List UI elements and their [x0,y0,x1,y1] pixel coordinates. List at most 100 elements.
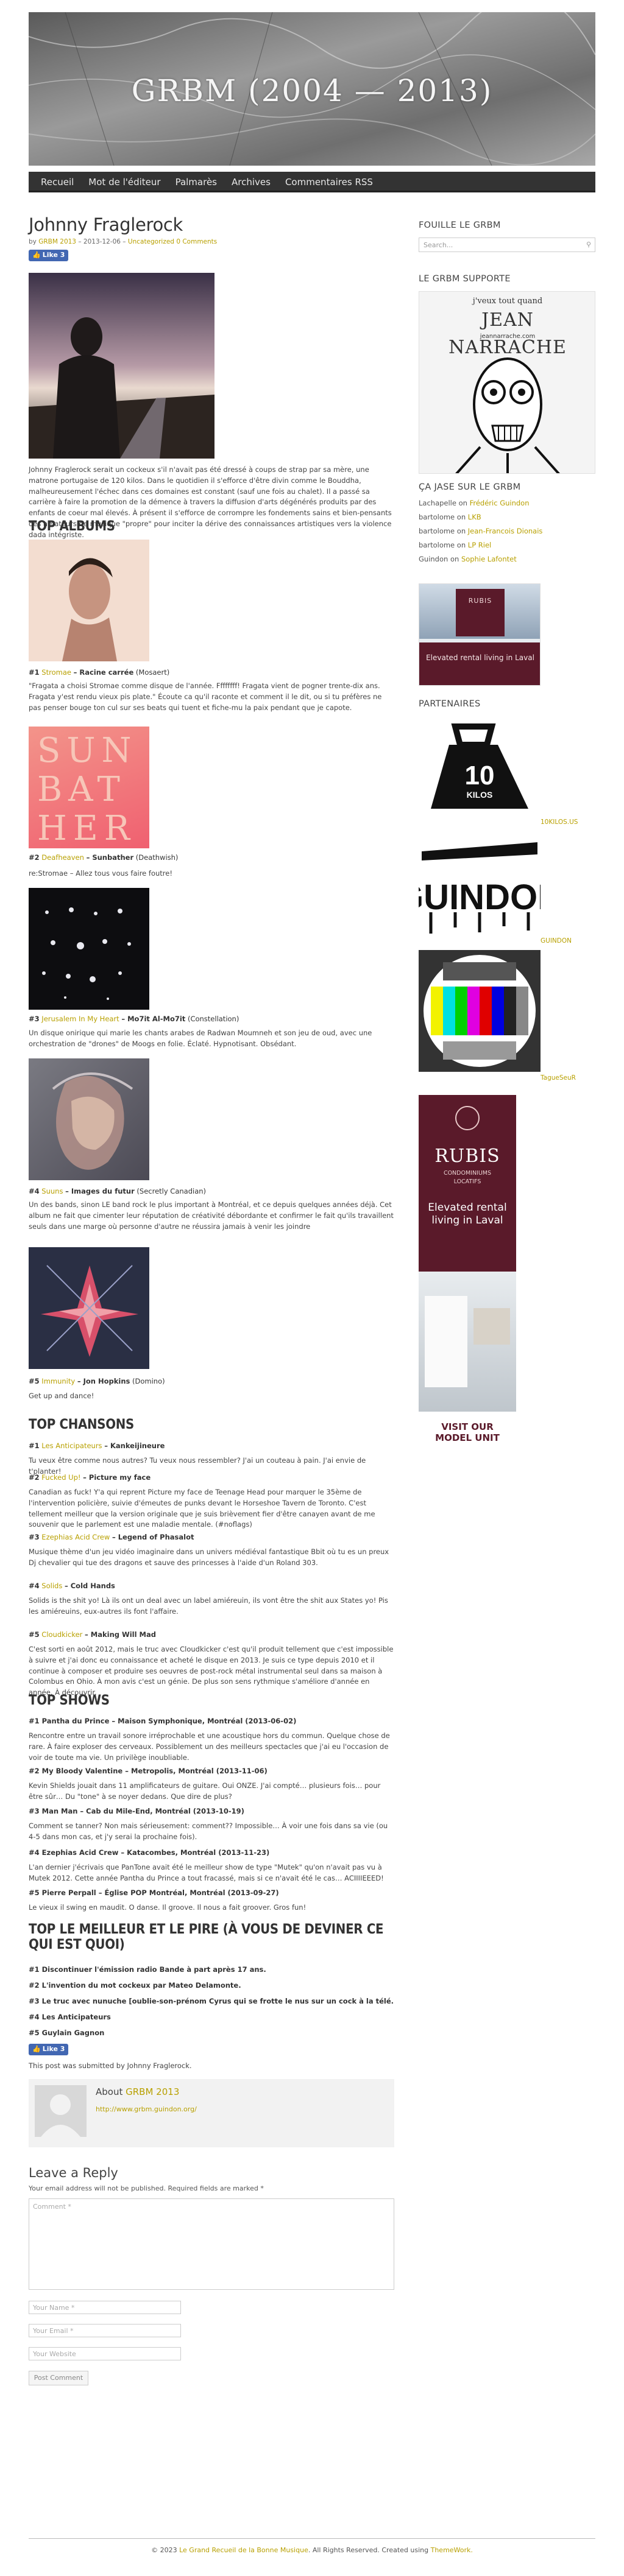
footer-divider [29,2538,595,2539]
website-field[interactable]: Your Website [29,2347,181,2360]
ad-photo [419,1272,516,1412]
partners-heading: PARTENAIRES [419,699,481,709]
facebook-like-button-bottom[interactable]: 👍 Like 3 [29,2044,69,2055]
site-title[interactable]: GRBM (2004 — 2013) [29,68,595,114]
svg-text:SUN: SUN [37,731,138,770]
ad-cta-button[interactable]: VISIT OUR MODEL UNIT [419,1412,516,1460]
song-line-2: #2 Fucked Up! – Picture my face [29,1473,151,1482]
svg-text:KILOS: KILOS [467,790,493,800]
album-cover-sunbather: SUN BAT HER [29,727,149,848]
site-footer: © 2023 Le Grand Recueil de la Bonne Musi… [151,2546,473,2554]
show-desc-1: Rencontre entre un travail sonore irrépr… [29,1731,390,1762]
worst-item-2: #2 L'invention du mot cockeux par Mateo … [29,1981,241,1990]
song-artist-link-2[interactable]: Fucked Up! [41,1473,80,1482]
svg-text:HER: HER [37,809,136,848]
show-desc-2: Kevin Shields jouait dans 11 amplificate… [29,1781,381,1801]
nav-item-palmares[interactable]: Palmarès [168,172,224,191]
comment-textarea[interactable]: Comment * [29,2198,394,2290]
thumbs-up-icon: 👍 [32,251,41,259]
recent-comment-2: bartolome on LKB [419,513,481,521]
email-field[interactable]: Your Email * [29,2324,181,2337]
album-artist-link-1[interactable]: Stromae [41,668,71,677]
skull-illustration [455,357,560,473]
album-desc-2: re:Stromae – Allez tous vous faire foutr… [29,869,172,878]
ad-banner-tall[interactable]: RUBIS CONDOMINIUMS LOCATIFS Elevated ren… [419,1095,516,1460]
page: GRBM (2004 — 2013) Recueil Mot de l'édit… [29,12,595,2564]
album-artist-link-3[interactable]: Jerusalem In My Heart [41,1015,119,1023]
post-comments-link[interactable]: 0 Comments [176,238,217,245]
album-artist-link-4[interactable]: Suuns [41,1187,63,1195]
post-date: – 2013-12-06 – [78,238,126,245]
recent-comment-4: bartolome on LP Riel [419,541,492,549]
worst-item-3: #3 Le truc avec nunuche [oublie-son-prén… [29,1997,394,2005]
author-box-title: About GRBM 2013 [96,2086,180,2097]
svg-text:BAT: BAT [37,770,126,809]
song-line-5: #5 Cloudkicker – Making Will Mad [29,1630,156,1639]
album-artist-link-5[interactable]: Immunity [41,1377,75,1385]
partner-tagueseur-link[interactable]: TagueSeuR [541,1074,576,1083]
album-line-5: #5 Immunity – Jon Hopkins (Domino) [29,1377,165,1385]
show-line-5: #5 Pierre Perpall – Église POP Montréal,… [29,1888,279,1897]
song-artist-link-4[interactable]: Solids [41,1582,62,1590]
search-icon[interactable]: ⚲ [586,240,591,250]
author-avatar [35,2085,87,2137]
author-website-link[interactable]: http://www.grbm.guindon.org/ [96,2105,197,2115]
recent-comment-link-2[interactable]: LKB [468,513,481,521]
song-artist-link-5[interactable]: Cloudkicker [41,1630,82,1639]
ad-banner-small[interactable]: RUBIS Elevated rental living in Laval [419,583,541,686]
search-input[interactable]: Search... ⚲ [419,238,595,252]
thumbs-up-icon: 👍 [32,2045,41,2053]
site-banner[interactable]: GRBM (2004 — 2013) [29,12,595,166]
comments-heading: ÇA JASE SUR LE GRBM [419,482,521,492]
search-heading: FOUILLE LE GRBM [419,220,501,230]
support-heading: LE GRBM SUPPORTE [419,274,511,284]
top-shows-heading: TOP SHOWS [29,1693,110,1708]
svg-text:10: 10 [465,761,495,790]
show-desc-4: L'an dernier j'écrivais que PanTone avai… [29,1863,384,1882]
author-box-name-link[interactable]: GRBM 2013 [126,2086,179,2097]
album-cover-jerusalem [29,888,149,1010]
post-category-link[interactable]: Uncategorized [128,238,174,245]
show-line-1: #1 Pantha du Prince – Maison Symphonique… [29,1717,297,1725]
nav-item-archives[interactable]: Archives [224,172,278,191]
recent-comment-link-1[interactable]: Frédéric Guindon [470,499,530,507]
partner-guindon-logo[interactable]: GUINDON [396,836,563,934]
facebook-like-button[interactable]: 👍 Like 3 [29,250,69,261]
jean-narrache-poster[interactable]: j'veux tout quand JEAN NARRACHE jeannarr… [419,291,595,474]
post-byline: by GRBM 2013 – 2013-12-06 – Uncategorize… [29,238,218,245]
post-comment-button[interactable]: Post Comment [29,2371,88,2385]
album-artist-link-2[interactable]: Deafheaven [41,853,84,862]
recent-comment-link-5[interactable]: Sophie Lafontet [461,555,517,563]
recent-comment-link-3[interactable]: Jean-Francois Dionais [468,527,543,535]
song-artist-link-1[interactable]: Les Anticipateurs [41,1441,102,1450]
nav-item-editeur[interactable]: Mot de l'éditeur [81,172,168,191]
worst-item-5: #5 Guylain Gagnon [29,2029,105,2037]
album-line-1: #1 Stromae – Racine carrée (Mosaert) [29,668,170,677]
album-cover-stromae [29,540,149,661]
song-desc-2: Canadian as fuck! Y'a qui reprent Pictur… [29,1488,375,1529]
partner-tagueseur-logo[interactable] [419,950,541,1072]
worst-item-4: #4 Les Anticipateurs [29,2013,111,2021]
partner-10kilos-link[interactable]: 10KILOS.US [541,818,578,828]
partner-guindon-link[interactable]: GUINDON [541,937,572,946]
post-title: Johnny Fraglerock [29,214,183,235]
song-artist-link-3[interactable]: Ezephias Acid Crew [41,1533,110,1541]
recent-comment-link-4[interactable]: LP Riel [468,541,491,549]
album-desc-3: Un disque onirique qui marie les chants … [29,1029,372,1048]
song-desc-3: Musique thème d'un jeu vidéo imaginaire … [29,1547,389,1567]
song-line-4: #4 Solids – Cold Hands [29,1582,115,1590]
album-line-4: #4 Suuns – Images du futur (Secretly Can… [29,1187,207,1195]
ad-logo-icon [455,1106,480,1130]
partner-10kilos-logo[interactable]: 10 KILOS [419,717,541,815]
post-author-link[interactable]: GRBM 2013 [38,238,76,245]
recent-comment-5: Guindon on Sophie Lafontet [419,555,517,563]
footer-site-link[interactable]: Le Grand Recueil de la Bonne Musique [179,2546,308,2554]
name-field[interactable]: Your Name * [29,2301,181,2314]
author-photo [29,273,214,459]
author-box: About GRBM 2013 http://www.grbm.guindon.… [29,2079,394,2147]
nav-item-recueil[interactable]: Recueil [34,172,81,191]
footer-theme-link[interactable]: ThemeWork. [431,2546,473,2554]
album-desc-5: Get up and dance! [29,1392,94,1400]
best-worst-heading: TOP LE MEILLEUR ET LE PIRE (À VOUS DE DE… [29,1922,384,1953]
nav-item-comments-rss[interactable]: Commentaires RSS [278,172,380,191]
